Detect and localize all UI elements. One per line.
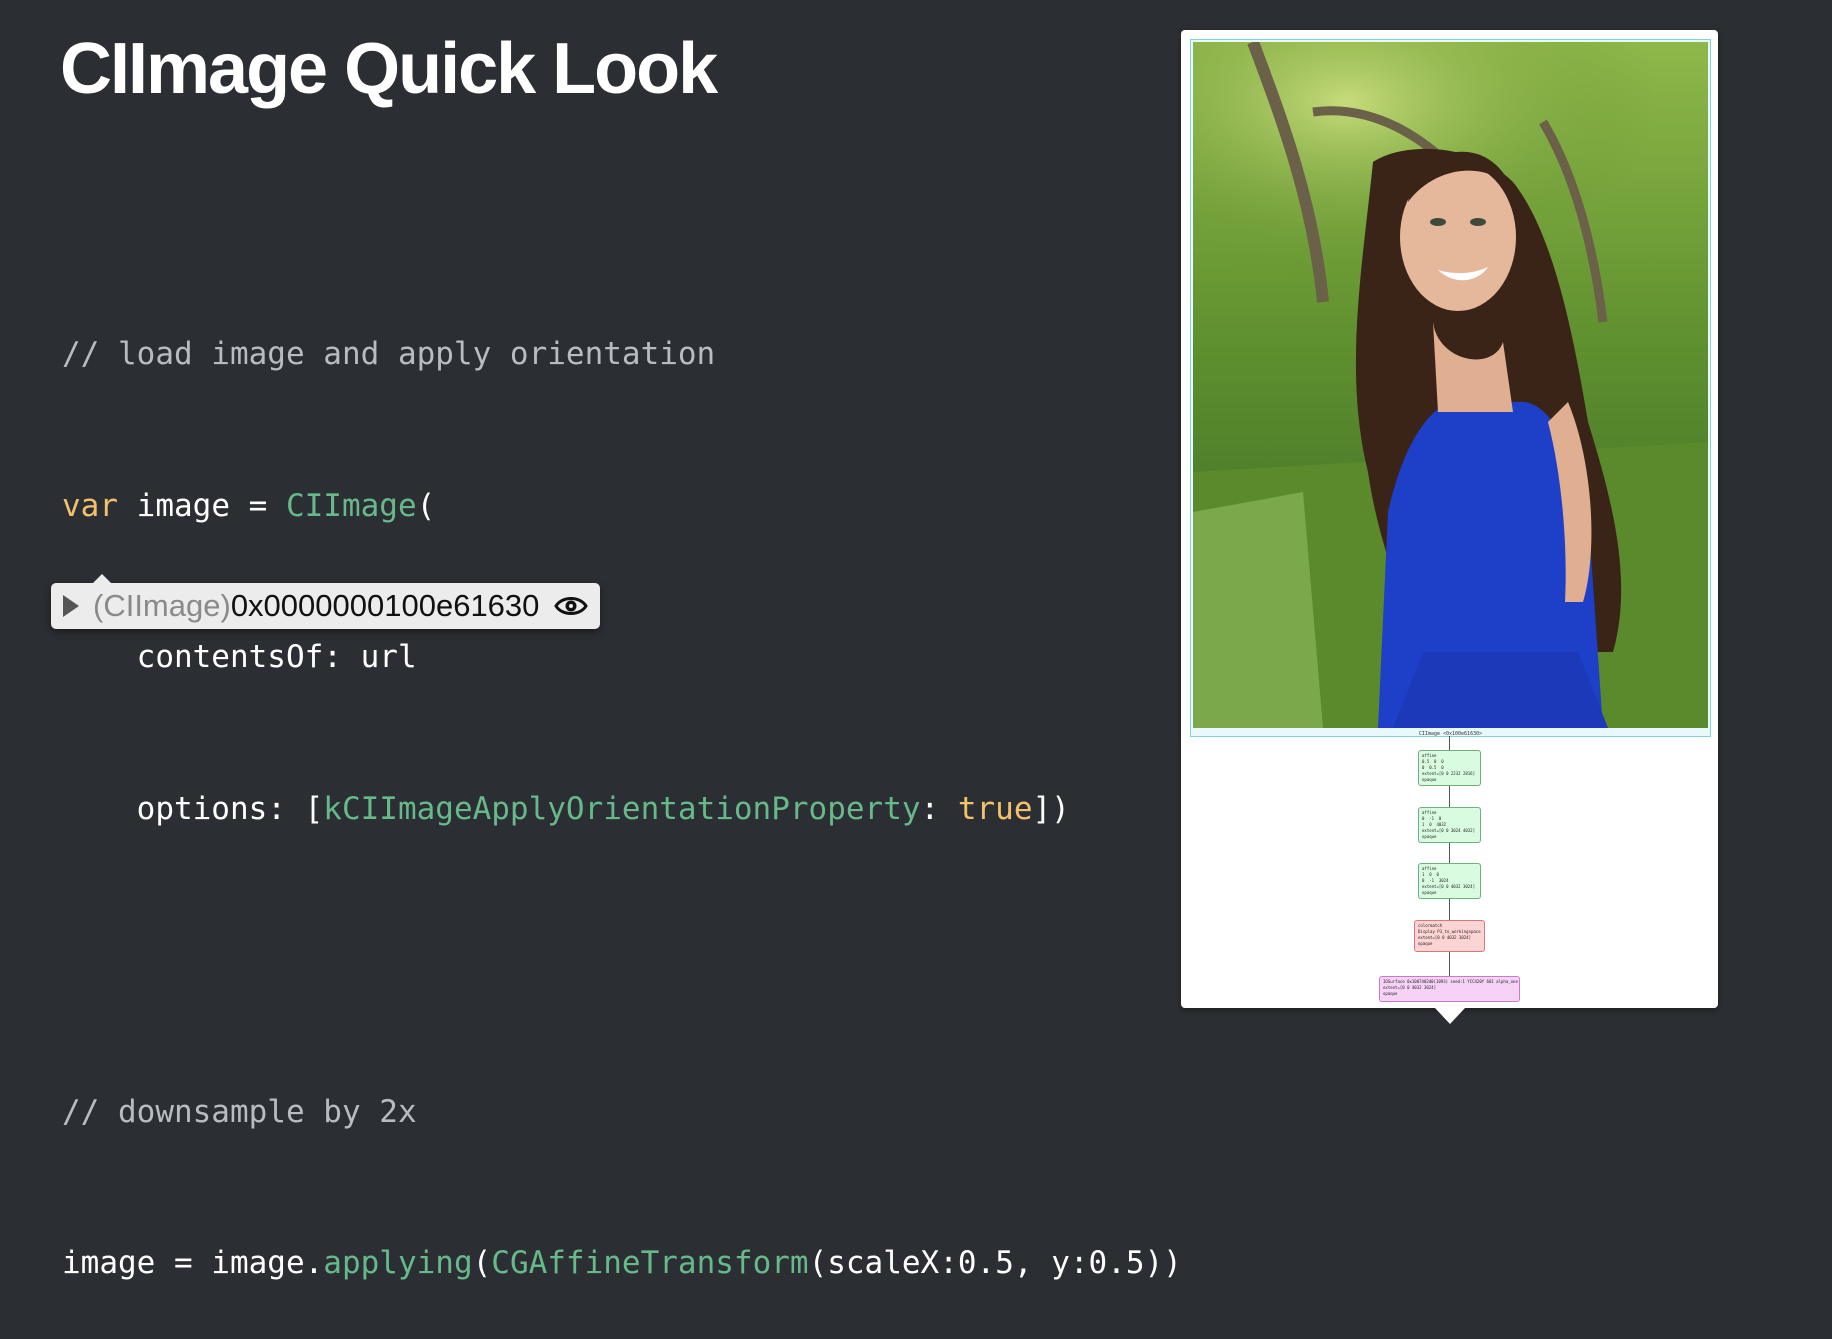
variable-address: 0x0000000100e61630 xyxy=(230,588,540,623)
code-comment: // downsample by 2x xyxy=(62,1093,417,1130)
code-text: options: [ xyxy=(62,790,324,827)
graph-edge xyxy=(1449,952,1450,976)
code-line-comment-1: // load image and apply orientation xyxy=(62,329,1182,380)
keyword-var: var xyxy=(62,487,118,524)
graph-edge xyxy=(1449,786,1450,807)
graph-edge xyxy=(1449,736,1450,750)
orientation-property: kCIImageApplyOrientationProperty xyxy=(323,790,921,827)
type-cgaffinetransform: CGAffineTransform xyxy=(491,1245,809,1281)
code-text: ]) xyxy=(1032,790,1070,827)
disclosure-triangle-icon[interactable] xyxy=(63,595,79,617)
quick-look-preview: CIImage <0x100e61630> affine 0.5 0 0 0 0… xyxy=(1181,30,1718,1024)
code-text: image = image. xyxy=(62,1245,324,1281)
code-line-options: options: [kCIImageApplyOrientationProper… xyxy=(62,784,1182,835)
photo-preview xyxy=(1193,42,1708,728)
code-block: // load image and apply orientation var … xyxy=(62,228,1182,1339)
code-text: ( xyxy=(416,487,436,524)
code-line-comment-2: // downsample by 2x xyxy=(62,1087,1182,1138)
type-ciimage: CIImage xyxy=(285,487,417,524)
code-comment: // load image and apply orientation xyxy=(62,336,716,372)
image-preview-frame: CIImage <0x100e61630> xyxy=(1190,39,1711,737)
variable-inspector-popover[interactable]: (CIImage) 0x0000000100e61630 xyxy=(51,574,600,629)
code-text: contentsOf: url xyxy=(62,639,417,675)
graph-node-colormatch: colormatch Display P3_to_workingspace ex… xyxy=(1414,920,1485,952)
code-text: : xyxy=(920,790,958,827)
slide-title: CIImage Quick Look xyxy=(60,29,718,109)
graph-node-iosurface: IOSurface 0x1007402d0(1093) seed:1 YCC42… xyxy=(1379,976,1520,1002)
code-text: (scaleX:0.5, y:0.5)) xyxy=(808,1245,1182,1281)
graph-edge xyxy=(1449,843,1450,863)
filter-graph: affine 0.5 0 0 0 0.5 0 extent=[0 0 2232 … xyxy=(1181,736,1718,1008)
method-applying: applying xyxy=(323,1245,473,1281)
variable-type: (CIImage) xyxy=(93,588,231,623)
eye-icon[interactable] xyxy=(554,594,588,618)
graph-node-affine: affine 0 -1 0 1 0 4032 extent=[0 0 3024 … xyxy=(1418,807,1481,843)
graph-edge xyxy=(1449,899,1450,920)
keyword-true: true xyxy=(957,790,1033,827)
code-line-applying: image = image.applying(CGAffineTransform… xyxy=(62,1238,1182,1289)
code-line-var-image: var image = CIImage( xyxy=(62,481,1182,532)
graph-node-affine: affine 0.5 0 0 0 0.5 0 extent=[0 0 2232 … xyxy=(1418,750,1481,786)
code-text: image = xyxy=(118,487,286,524)
code-text: ( xyxy=(472,1245,492,1281)
code-line-contents-of: contentsOf: url xyxy=(62,632,1182,683)
graph-node-affine: affine 1 0 0 0 -1 3024 extent=[0 0 4032 … xyxy=(1418,863,1481,899)
